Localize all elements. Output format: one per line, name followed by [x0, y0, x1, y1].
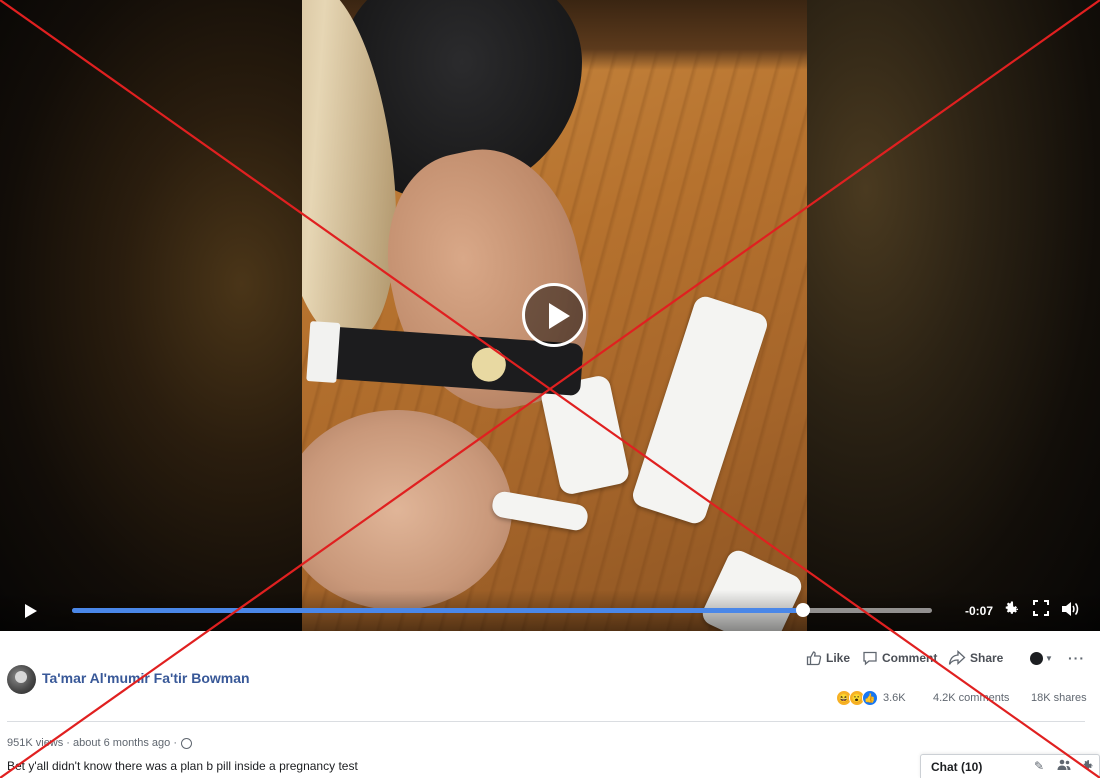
video-blur-right — [807, 0, 1100, 631]
like-label: Like — [826, 651, 851, 665]
chat-tab[interactable]: Chat (10) ✎ — [920, 754, 1100, 778]
reactions-count: 3.6K — [883, 692, 906, 704]
reactions-summary[interactable]: 😆 😮 👍 3.6K — [836, 690, 906, 706]
comment-button[interactable]: Comment — [862, 648, 937, 668]
profile-icon — [1030, 651, 1043, 665]
play-icon[interactable] — [22, 603, 38, 619]
post-caption: Bet y'all didn't know there was a plan b… — [7, 759, 358, 773]
chat-label: Chat (10) — [931, 760, 983, 774]
people-icon[interactable] — [1057, 759, 1071, 774]
more-icon: ··· — [1068, 650, 1085, 666]
author-name[interactable]: Ta'mar Al'mumir Fa'tir Bowman — [42, 670, 250, 686]
battery-cell — [470, 346, 507, 383]
video-blur-left — [0, 0, 302, 631]
play-overlay-button[interactable] — [522, 283, 586, 347]
gear-icon[interactable] — [1002, 600, 1020, 623]
chevron-down-icon: ▼ — [1045, 653, 1053, 663]
volume-icon[interactable] — [1060, 600, 1080, 623]
views-and-time: 951K views · about 6 months ago · — [7, 737, 177, 749]
like-button[interactable]: Like — [806, 648, 850, 668]
progress-handle[interactable] — [796, 603, 810, 617]
progress-bar[interactable] — [72, 603, 932, 617]
shares-count[interactable]: 18K shares — [1031, 690, 1087, 706]
more-options-button[interactable]: ··· — [1068, 648, 1085, 668]
video-controls: -0:07 — [0, 590, 1100, 631]
like-reaction-icon: 👍 — [862, 690, 878, 706]
share-icon — [948, 650, 966, 665]
gear-icon[interactable] — [1081, 759, 1094, 775]
comments-count[interactable]: 4.2K comments — [933, 690, 1009, 706]
avatar[interactable] — [7, 665, 36, 694]
compose-icon[interactable]: ✎ — [1034, 759, 1044, 773]
divider — [7, 721, 1085, 722]
share-label: Share — [970, 651, 1004, 665]
time-remaining: -0:07 — [965, 604, 994, 618]
post-meta: 951K views · about 6 months ago · — [7, 737, 192, 749]
comment-label: Comment — [882, 651, 938, 665]
video-player[interactable]: -0:07 — [0, 0, 1100, 631]
test-cap — [306, 321, 341, 383]
audience-selector[interactable]: ▼ — [1030, 648, 1053, 668]
thumbs-up-icon — [806, 651, 822, 666]
comment-icon — [863, 651, 877, 666]
fullscreen-icon[interactable] — [1033, 600, 1049, 621]
globe-icon — [180, 737, 192, 749]
progress-fill — [72, 608, 803, 613]
share-button[interactable]: Share — [948, 648, 1003, 668]
page: -0:07 Like Comment Share ▼ ··· Ta'mar Al — [0, 0, 1100, 778]
